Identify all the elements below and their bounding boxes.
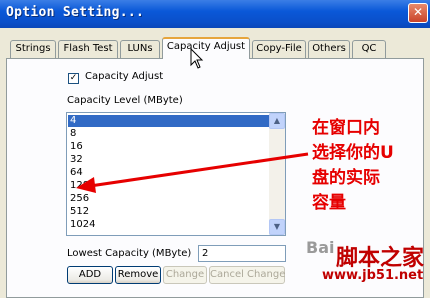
scroll-up-icon[interactable]: ▲ bbox=[269, 113, 285, 129]
capacity-adjust-label: Capacity Adjust bbox=[85, 71, 164, 82]
annotation-line: 容量 bbox=[312, 193, 346, 213]
tab-qc[interactable]: QC bbox=[352, 40, 386, 58]
tab-strings[interactable]: Strings bbox=[10, 40, 56, 58]
annotation-line: 在窗口内 bbox=[312, 118, 380, 138]
annotation-line: 盘的实际 bbox=[312, 168, 380, 188]
add-button[interactable]: ADD bbox=[67, 266, 113, 284]
scroll-down-icon[interactable]: ▼ bbox=[269, 219, 285, 235]
change-button[interactable]: Change bbox=[163, 266, 207, 284]
capacity-adjust-checkbox[interactable]: ✓ bbox=[68, 73, 79, 84]
list-item[interactable]: 4 bbox=[68, 115, 272, 127]
cancel-change-button[interactable]: Cancel Change bbox=[209, 266, 285, 284]
tab-copy-file[interactable]: Copy-File bbox=[252, 40, 306, 58]
list-item[interactable]: 1024 bbox=[68, 219, 272, 231]
tab-luns[interactable]: LUNs bbox=[120, 40, 160, 58]
close-button[interactable]: ✕ bbox=[408, 3, 428, 23]
mouse-cursor-icon bbox=[190, 48, 204, 69]
red-arrow-icon bbox=[76, 152, 309, 193]
list-item[interactable]: 512 bbox=[68, 206, 272, 218]
tab-others[interactable]: Others bbox=[308, 40, 350, 58]
window-title: Option Setting... bbox=[6, 5, 145, 20]
remove-button[interactable]: Remove bbox=[115, 266, 161, 284]
capacity-level-label: Capacity Level (MByte) bbox=[67, 95, 183, 106]
tab-flash-test[interactable]: Flash Test bbox=[58, 40, 118, 58]
annotation-text: 在窗口内 选择你的U 盘的实际 容量 bbox=[312, 116, 394, 216]
lowest-capacity-label: Lowest Capacity (MByte) bbox=[67, 248, 192, 259]
baidu-watermark: Bai bbox=[306, 238, 335, 257]
annotation-line: 选择你的U bbox=[312, 143, 394, 163]
site-url-watermark: www.jb51.net bbox=[322, 268, 424, 283]
list-item[interactable]: 8 bbox=[68, 128, 272, 140]
title-bar: Option Setting... ✕ bbox=[0, 0, 430, 28]
lowest-capacity-input[interactable]: 2 bbox=[198, 245, 286, 262]
tab-capacity-adjust[interactable]: Capacity Adjust bbox=[162, 37, 250, 59]
